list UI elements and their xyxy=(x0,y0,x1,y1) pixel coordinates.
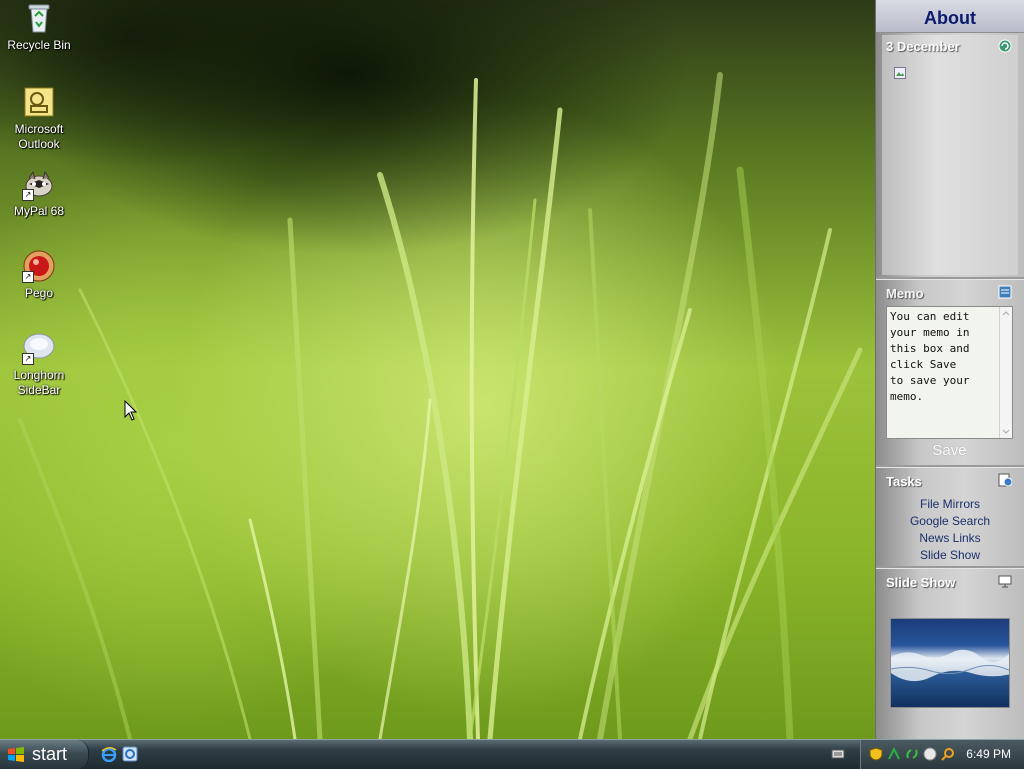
internet-explorer-icon[interactable] xyxy=(101,746,117,763)
keyboard-icon[interactable] xyxy=(831,747,845,761)
calendar-date: 3 December xyxy=(886,39,960,54)
task-link-slide-show[interactable]: Slide Show xyxy=(876,548,1024,562)
desktop-icon-label: MyPal 68 xyxy=(13,204,65,218)
desktop-icon-label: Outlook xyxy=(18,137,60,151)
desktop-icon-microsoft-outlook[interactable]: Microsoft Outlook xyxy=(0,86,78,152)
grass-wallpaper-graphic xyxy=(18,72,863,739)
longhorn-sidebar-icon: ↗ xyxy=(22,332,55,365)
panel-divider xyxy=(876,465,1024,468)
sync-icon[interactable] xyxy=(905,747,919,761)
desktop-icon-label: SideBar xyxy=(17,383,61,397)
desktop-icon-label: Recycle Bin xyxy=(7,38,71,52)
slideshow-image[interactable] xyxy=(890,618,1010,708)
start-label: start xyxy=(32,744,68,764)
memo-scrollbar[interactable] xyxy=(999,307,1012,438)
shortcut-arrow-icon: ↗ xyxy=(22,353,34,365)
panel-divider xyxy=(876,566,1024,569)
desktop-icon-label: Pego xyxy=(24,286,54,300)
shield-icon[interactable] xyxy=(869,747,883,761)
memo-save-button[interactable]: Save xyxy=(886,442,1013,459)
shortcut-arrow-icon: ↗ xyxy=(22,189,34,201)
windows-logo-icon xyxy=(8,747,24,762)
desktop-icon-mypal-68[interactable]: ↗ MyPal 68 xyxy=(0,168,78,219)
mypal-icon: ↗ xyxy=(22,168,55,201)
search-icon[interactable] xyxy=(941,747,955,761)
task-link-news-links[interactable]: News Links xyxy=(876,531,1024,545)
globe-icon[interactable] xyxy=(923,747,937,761)
task-link-google-search[interactable]: Google Search xyxy=(876,514,1024,528)
tasks-heading: Tasks xyxy=(886,474,922,489)
desktop-icon-pego[interactable]: ↗ Pego xyxy=(0,250,78,301)
longhorn-sidebar: About 3 December Memo You can edit your … xyxy=(875,0,1024,739)
outlook-icon xyxy=(23,86,55,118)
tasks-icon[interactable] xyxy=(998,473,1013,487)
desktop-wallpaper[interactable]: Recycle Bin Microsoft Outlook ↗ MyPal 68 xyxy=(0,0,875,739)
memo-text[interactable]: You can edit your memo in this box and c… xyxy=(887,307,1005,407)
ie-alt-icon[interactable] xyxy=(122,746,138,762)
memo-heading: Memo xyxy=(886,286,924,301)
system-tray: 6:49 PM xyxy=(831,740,1024,769)
panel-divider xyxy=(876,277,1024,280)
slideshow-heading: Slide Show xyxy=(886,575,956,590)
desktop-icon-longhorn-sidebar[interactable]: ↗ Longhorn SideBar xyxy=(0,332,78,398)
shortcut-arrow-icon: ↗ xyxy=(22,271,34,283)
slideshow-icon[interactable] xyxy=(998,574,1012,588)
memo-icon[interactable] xyxy=(998,285,1012,299)
task-link-file-mirrors[interactable]: File Mirrors xyxy=(876,497,1024,511)
start-button[interactable]: start xyxy=(0,740,89,769)
memo-textarea[interactable]: You can edit your memo in this box and c… xyxy=(886,306,1013,439)
calendar-refresh-icon[interactable] xyxy=(998,39,1012,53)
network-icon[interactable] xyxy=(887,746,901,761)
desktop-icon-label: Longhorn xyxy=(13,368,65,382)
pego-icon: ↗ xyxy=(22,250,55,283)
sidebar-about-title[interactable]: About xyxy=(876,0,1024,33)
desktop-icon-label: Microsoft xyxy=(14,122,64,136)
taskbar: start 6:49 PM xyxy=(0,739,1024,769)
picture-placeholder-icon xyxy=(894,67,906,79)
mouse-cursor-icon xyxy=(124,400,138,421)
recycle-bin-icon xyxy=(23,2,55,34)
taskbar-clock[interactable]: 6:49 PM xyxy=(966,740,1011,769)
desktop-icon-recycle-bin[interactable]: Recycle Bin xyxy=(0,2,78,53)
